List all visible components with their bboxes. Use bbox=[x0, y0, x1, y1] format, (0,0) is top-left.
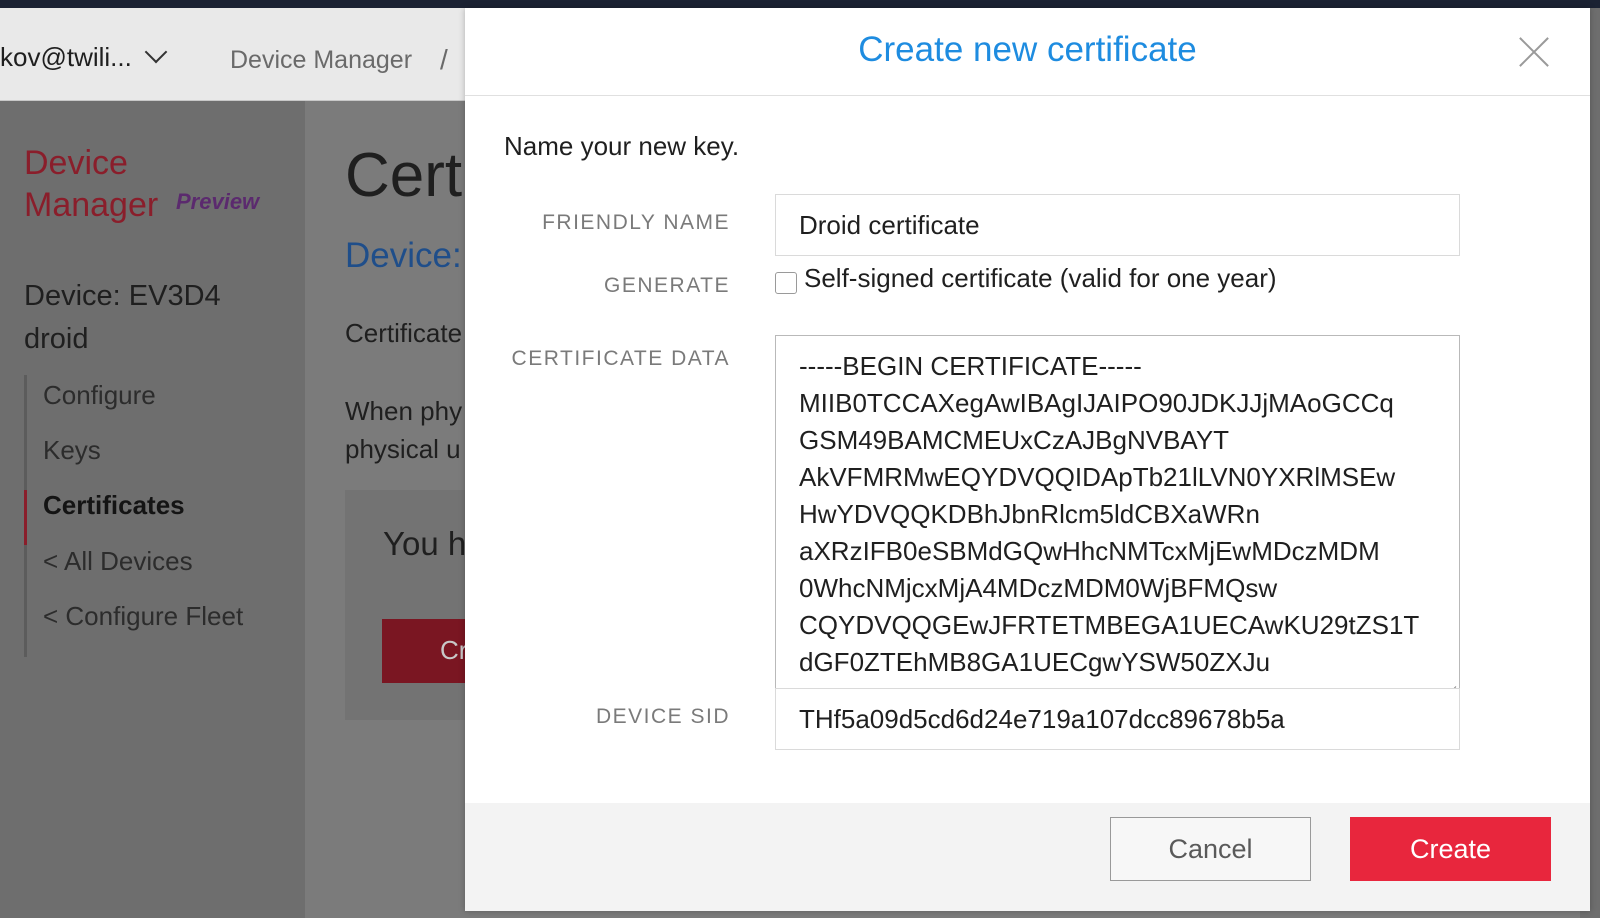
preview-badge: Preview bbox=[176, 189, 260, 214]
certificate-line: 0WhcNMjcxMjA4MDczMDM0WjBFMQsw bbox=[799, 573, 1278, 603]
modal-header: Create new certificate bbox=[465, 8, 1590, 96]
breadcrumb-separator: / bbox=[440, 44, 448, 75]
account-label: kov@twili... bbox=[0, 42, 132, 72]
page-description-line-1: When phy bbox=[345, 396, 463, 426]
empty-state-text: You h bbox=[383, 525, 467, 562]
certificate-line: dGF0ZTEhMB8GA1UECgwYSW50ZXJu bbox=[799, 647, 1271, 677]
page-description-line-2: physical u bbox=[345, 434, 461, 464]
chevron-down-icon bbox=[144, 40, 168, 64]
certificate-line: -----BEGIN CERTIFICATE----- bbox=[799, 351, 1142, 381]
page-certificate-text: Certificate bbox=[345, 318, 463, 348]
sidebar-item-certificates[interactable]: Certificates bbox=[43, 490, 185, 521]
certificate-line: AkVFMRMwEQYDVQQIDApTb21lLVN0YXRlMSEw bbox=[799, 462, 1396, 492]
friendly-name-input[interactable] bbox=[775, 194, 1460, 256]
breadcrumb-device-manager[interactable]: Device Manager bbox=[230, 46, 412, 75]
device-sid-input[interactable] bbox=[775, 688, 1460, 750]
sidebar-item-configure-fleet[interactable]: < Configure Fleet bbox=[43, 601, 243, 632]
device-sid-label: DEVICE SID bbox=[595, 705, 730, 728]
friendly-name-label: FRIENDLY NAME bbox=[542, 211, 730, 234]
create-certificate-modal: Create new certificate Name your new key… bbox=[465, 8, 1590, 911]
page-title: Certi bbox=[345, 141, 476, 210]
sidebar-active-indicator bbox=[24, 490, 27, 545]
certificate-data-label: CERTIFICATE DATA bbox=[511, 347, 730, 370]
certificate-data-textarea[interactable]: -----BEGIN CERTIFICATE----- MIIB0TCCAXeg… bbox=[775, 335, 1460, 695]
page-description: When phy physical u bbox=[345, 392, 462, 468]
sidebar-item-configure[interactable]: Configure bbox=[43, 380, 156, 411]
certificate-line: HwYDVQQKDBhJbnRlcm5ldCBXaWRn bbox=[799, 499, 1260, 529]
device-name: Device: EV3D4 droid bbox=[24, 280, 221, 355]
certificate-line: CQYDVQQGEwJFRTETMBEGA1UECAwKU29tZS1T bbox=[799, 610, 1420, 640]
certificate-line: MIIB0TCCAXegAwIBAgIJAIPO90JDKJJjMAoGCCq bbox=[799, 388, 1394, 418]
sidebar-title: Device Manager bbox=[24, 144, 159, 224]
window-top-strip bbox=[0, 0, 1600, 8]
close-icon[interactable] bbox=[1518, 36, 1550, 68]
generate-label: GENERATE bbox=[604, 274, 730, 297]
account-menu[interactable]: kov@twili... bbox=[0, 40, 168, 73]
certificate-line: GSM49BAMCMEUxCzAJBgNVBAYT bbox=[799, 425, 1230, 455]
modal-title: Create new certificate bbox=[858, 30, 1197, 69]
create-button[interactable]: Create bbox=[1350, 817, 1551, 881]
page-subtitle: Device: bbox=[345, 236, 462, 275]
certificate-line: aXRzIFB0eSBMdGQwHhcNMTcxMjEwMDczMDM bbox=[799, 536, 1380, 566]
sidebar-item-keys[interactable]: Keys bbox=[43, 435, 101, 466]
self-signed-checkbox-label[interactable]: Self-signed certificate (valid for one y… bbox=[804, 263, 1277, 294]
cancel-button[interactable]: Cancel bbox=[1110, 817, 1311, 881]
self-signed-checkbox[interactable] bbox=[775, 272, 797, 294]
sidebar-item-all-devices[interactable]: < All Devices bbox=[43, 546, 193, 577]
modal-footer: Cancel Create bbox=[465, 803, 1590, 911]
modal-intro: Name your new key. bbox=[504, 131, 740, 161]
